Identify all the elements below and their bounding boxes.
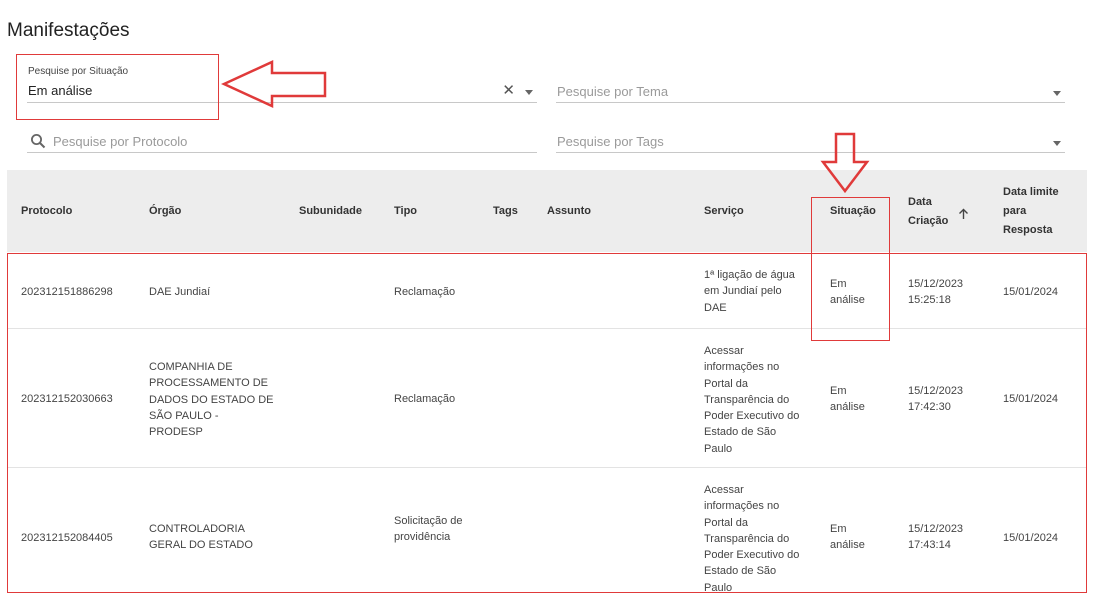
search-icon [31, 134, 46, 149]
page-title: Manifestações [7, 20, 130, 41]
header-tipo[interactable]: Tipo [394, 202, 417, 221]
table-header: Protocolo Órgão Subunidade Tipo Tags Ass… [7, 170, 1087, 252]
tema-select[interactable]: Pesquise por Tema [556, 80, 1065, 103]
tags-placeholder: Pesquise por Tags [557, 134, 664, 149]
header-tags[interactable]: Tags [493, 202, 518, 221]
annotation-box-situacao-column [811, 197, 890, 341]
header-assunto[interactable]: Assunto [547, 202, 591, 221]
chevron-down-icon[interactable] [1053, 141, 1061, 146]
chevron-down-icon[interactable] [1053, 91, 1061, 96]
header-protocolo[interactable]: Protocolo [21, 202, 72, 221]
annotation-box-situacao-filter [16, 54, 219, 120]
header-subunidade[interactable]: Subunidade [299, 202, 362, 221]
annotation-box-results [7, 253, 1087, 593]
tema-placeholder: Pesquise por Tema [557, 84, 669, 99]
arrow-down-icon [820, 132, 870, 194]
close-icon[interactable]: ✕ [502, 81, 515, 99]
chevron-down-icon[interactable] [525, 90, 533, 95]
protocolo-search-input[interactable]: Pesquise por Protocolo [27, 130, 537, 153]
tags-select[interactable]: Pesquise por Tags [556, 130, 1065, 153]
header-data-limite[interactable]: Data limite para Resposta [1003, 183, 1075, 240]
arrow-up-icon[interactable] [958, 208, 969, 220]
header-data-criacao[interactable]: Data Criação [908, 193, 952, 231]
header-servico[interactable]: Serviço [704, 202, 744, 221]
arrow-left-icon [220, 60, 327, 108]
protocolo-placeholder: Pesquise por Protocolo [53, 134, 188, 149]
header-orgao[interactable]: Órgão [149, 202, 181, 221]
